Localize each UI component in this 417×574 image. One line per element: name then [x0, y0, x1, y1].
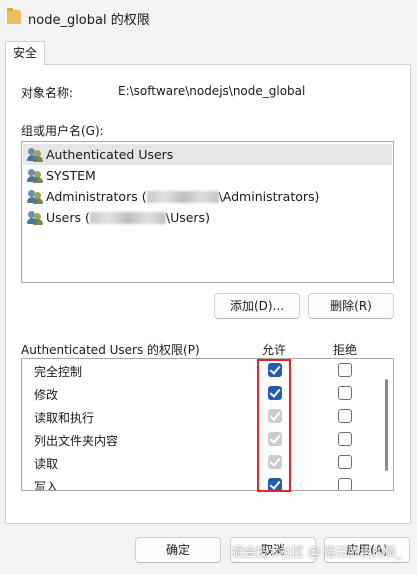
permissions-label: Authenticated Users 的权限(P) — [21, 343, 200, 357]
user-item-authenticated-users[interactable]: Authenticated Users — [23, 144, 392, 165]
user-item-system[interactable]: SYSTEM — [23, 165, 392, 186]
allow-checkbox[interactable] — [268, 409, 282, 423]
deny-checkbox[interactable] — [338, 455, 352, 469]
deny-checkbox[interactable] — [338, 478, 352, 490]
folder-icon — [7, 8, 21, 24]
user-item-users[interactable]: Users ( \Users) — [23, 207, 392, 228]
user-group-icon — [27, 189, 43, 204]
scrollbar-thumb[interactable] — [385, 379, 388, 471]
user-list[interactable]: Authenticated Users SYSTEM Administrator… — [21, 141, 394, 283]
permission-name: 修改 — [34, 388, 59, 402]
deny-column-header: 拒绝 — [333, 343, 358, 357]
add-button[interactable]: 添加(D)... — [214, 293, 300, 319]
user-name: SYSTEM — [46, 168, 96, 183]
cancel-button[interactable]: 取消 — [230, 537, 316, 563]
window-title: node_global 的权限 — [28, 13, 150, 28]
user-name-suffix: \Users) — [165, 210, 210, 225]
allow-checkbox[interactable] — [268, 478, 282, 490]
tab-security[interactable]: 安全 — [5, 41, 45, 65]
redacted-computer-name — [89, 211, 166, 224]
user-item-administrators[interactable]: Administrators ( \Administrators) — [23, 186, 392, 207]
deny-checkbox[interactable] — [338, 363, 352, 377]
user-group-icon — [27, 168, 43, 183]
user-name: Users ( — [46, 210, 90, 225]
allow-checkbox[interactable] — [268, 455, 282, 469]
deny-checkbox[interactable] — [338, 432, 352, 446]
allow-checkbox[interactable] — [268, 386, 282, 400]
permission-name: 读取 — [34, 457, 59, 471]
allow-checkbox[interactable] — [268, 432, 282, 446]
permission-name: 完全控制 — [34, 365, 83, 379]
permission-row-write: 写入 — [22, 474, 377, 491]
object-name-value: E:\software\nodejs\node_global — [118, 84, 306, 98]
apply-button[interactable]: 应用(A) — [324, 537, 410, 563]
deny-checkbox[interactable] — [338, 409, 352, 423]
user-name: Administrators ( — [46, 189, 147, 204]
title-bar: node_global 的权限 — [0, 0, 417, 34]
user-group-icon — [27, 147, 43, 162]
object-name-label: 对象名称: — [21, 86, 74, 100]
permission-row-modify: 修改 — [22, 382, 377, 405]
allow-column-header: 允许 — [262, 343, 287, 357]
permission-row-full-control: 完全控制 — [22, 359, 377, 382]
permission-row-read-execute: 读取和执行 — [22, 405, 377, 428]
user-name: Authenticated Users — [46, 147, 174, 162]
permission-row-list-folder: 列出文件夹内容 — [22, 428, 377, 451]
redacted-computer-name — [146, 190, 219, 203]
permission-row-read: 读取 — [22, 451, 377, 474]
user-name-suffix: \Administrators) — [218, 189, 320, 204]
allow-checkbox[interactable] — [268, 363, 282, 377]
remove-button[interactable]: 删除(R) — [308, 293, 394, 319]
user-group-icon — [27, 210, 43, 225]
permission-name: 写入 — [34, 480, 59, 491]
permissions-list: 完全控制 修改 读取和执行 列出文件夹内容 读取 写入 — [21, 358, 394, 491]
group-user-label: 组或用户名(G): — [21, 124, 104, 138]
permission-name: 读取和执行 — [34, 411, 95, 425]
deny-checkbox[interactable] — [338, 386, 352, 400]
permission-name: 列出文件夹内容 — [34, 434, 119, 448]
ok-button[interactable]: 确定 — [135, 537, 221, 563]
permissions-scrollbar[interactable] — [380, 359, 393, 490]
